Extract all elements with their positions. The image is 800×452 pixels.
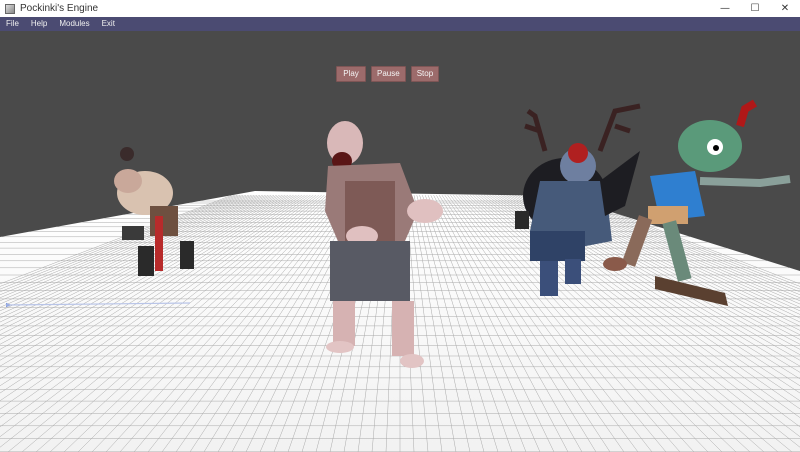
window-controls: — ☐ ✕ [710,0,800,17]
minimize-button[interactable]: — [710,0,740,17]
menu-bar: File Help Modules Exit [0,17,800,31]
play-button[interactable]: Play [336,66,366,82]
title-bar: Pockinki's Engine — ☐ ✕ [0,0,800,17]
menu-exit[interactable]: Exit [96,17,121,31]
3d-viewport[interactable]: Play Pause Stop [0,31,800,452]
stop-button[interactable]: Stop [410,66,440,82]
window-title: Pockinki's Engine [20,3,99,14]
playback-controls: Play Pause Stop [336,66,440,82]
close-button[interactable]: ✕ [770,0,800,17]
maximize-button[interactable]: ☐ [740,0,770,17]
app-window: Pockinki's Engine — ☐ ✕ File Help Module… [0,0,800,452]
menu-modules[interactable]: Modules [53,17,95,31]
menu-file[interactable]: File [0,17,25,31]
app-icon [5,3,15,14]
menu-help[interactable]: Help [25,17,53,31]
scene-canvas [0,31,800,452]
pause-button[interactable]: Pause [371,66,406,82]
